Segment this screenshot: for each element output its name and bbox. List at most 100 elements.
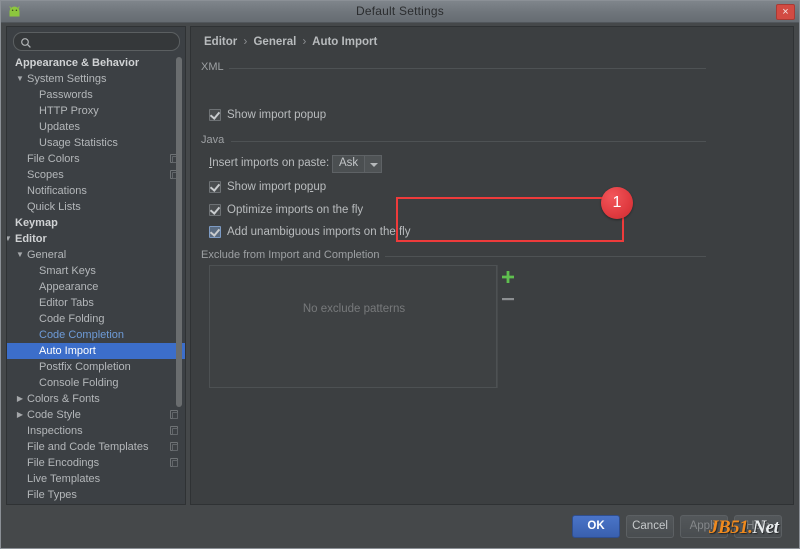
sidebar-item-keymap[interactable]: Keymap (7, 215, 185, 231)
sidebar-item-system-settings[interactable]: ▼ System Settings (7, 71, 185, 87)
exclude-empty-text: No exclude patterns (302, 303, 406, 315)
exclude-list-toolbar (497, 265, 519, 388)
search-input[interactable] (35, 33, 175, 50)
sidebar-item-label: File Types (27, 489, 77, 501)
sidebar-item-inspections[interactable]: Inspections (7, 423, 185, 439)
annotation-badge-number: 1 (612, 194, 622, 211)
java-group: Java (201, 134, 706, 146)
checkbox-indicator[interactable] (209, 109, 221, 121)
sidebar-item-label: HTTP Proxy (39, 105, 99, 117)
sidebar-item-colors-fonts[interactable]: ▶ Colors & Fonts (7, 391, 185, 407)
sidebar-item-postfix-completion[interactable]: Postfix Completion (7, 359, 185, 375)
chevron-down-icon[interactable]: ▼ (15, 247, 25, 263)
checkbox-label: Show import popup (227, 181, 327, 193)
exclude-group-divider (353, 256, 706, 257)
breadcrumb-root[interactable]: Editor (204, 36, 237, 48)
sidebar-item-label: Updates (39, 121, 80, 133)
sidebar-item-appearance[interactable]: Appearance (7, 279, 185, 295)
sidebar-item-label: File Encodings (27, 457, 100, 469)
sidebar-item-label: Auto Import (39, 345, 96, 357)
sidebar-item-smart-keys[interactable]: Smart Keys (7, 263, 185, 279)
sidebar-item-auto-import[interactable]: Auto Import (7, 343, 185, 359)
checkbox-indicator[interactable] (209, 204, 221, 216)
sidebar-scrollbar[interactable] (175, 29, 183, 504)
search-box[interactable] (13, 32, 180, 51)
plus-icon[interactable] (499, 268, 517, 286)
search-icon (20, 36, 32, 48)
sidebar-item-label: Keymap (15, 217, 58, 229)
minus-icon[interactable] (499, 290, 517, 308)
sidebar-item-passwords[interactable]: Passwords (7, 87, 185, 103)
breadcrumb-separator-2: › (302, 36, 307, 48)
breadcrumb-mid[interactable]: General (253, 36, 296, 48)
xml-group-title: XML (201, 61, 229, 73)
chevron-down-icon[interactable]: ▼ (7, 231, 13, 247)
breadcrumb: Editor › General › Auto Import (204, 36, 377, 48)
settings-sidebar: Appearance & Behavior ▼ System Settings Pas… (6, 26, 186, 505)
checkbox-label: Add unambiguous imports on the fly (227, 226, 411, 238)
sidebar-item-updates[interactable]: Updates (7, 119, 185, 135)
cancel-button[interactable]: Cancel (626, 515, 674, 538)
sidebar-item-live-templates[interactable]: Live Templates (7, 471, 185, 487)
sidebar-item-label: Appearance & Behavior (15, 57, 140, 69)
chevron-right-icon[interactable]: ▶ (15, 391, 25, 407)
sidebar-item-label: Editor Tabs (39, 297, 94, 309)
window-title: Default Settings (356, 4, 444, 18)
sidebar-item-label: Smart Keys (39, 265, 96, 277)
sidebar-item-label: Notifications (27, 185, 87, 197)
ok-button[interactable]: OK (572, 515, 620, 538)
sidebar-item-label: General (27, 249, 67, 261)
sidebar-item-quick-lists[interactable]: Quick Lists (7, 199, 185, 215)
sidebar-item-label: Appearance (39, 281, 99, 293)
sidebar-item-appearance-behavior[interactable]: Appearance & Behavior (7, 55, 185, 71)
sidebar-item-label: Inspections (27, 425, 83, 437)
sidebar-item-file-types[interactable]: File Types (7, 487, 185, 503)
java-group-divider (231, 141, 706, 142)
exclude-group-title: Exclude from Import and Completion (201, 249, 385, 261)
sidebar-item-usage-statistics[interactable]: Usage Statistics (7, 135, 185, 151)
xml-group-divider (229, 68, 706, 69)
sidebar-item-label: Code Completion (39, 329, 124, 341)
sidebar-item-label: Passwords (39, 89, 93, 101)
sidebar-item-label: Colors & Fonts (27, 393, 100, 405)
checkbox-label: Show import popup (227, 109, 327, 121)
sidebar-item-label: Console Folding (39, 377, 119, 389)
checkbox-indicator[interactable] (209, 181, 221, 193)
breadcrumb-separator-1: › (243, 36, 248, 48)
sidebar-item-file-colors[interactable]: File Colors (7, 151, 185, 167)
sidebar-item-notifications[interactable]: Notifications (7, 183, 185, 199)
checkbox-indicator[interactable] (209, 226, 221, 238)
sidebar-item-label: Code Folding (39, 313, 105, 325)
sidebar-item-label: Editor (15, 233, 47, 245)
annotation-badge-1: 1 (601, 187, 633, 219)
sidebar-item-http-proxy[interactable]: HTTP Proxy (7, 103, 185, 119)
breadcrumb-leaf: Auto Import (312, 36, 378, 48)
sidebar-scrollbar-thumb[interactable] (176, 57, 182, 407)
sidebar-item-file-encodings[interactable]: File Encodings (7, 455, 185, 471)
title-bar: Default Settings × (1, 1, 799, 23)
close-icon[interactable]: × (776, 4, 795, 20)
insert-imports-label: Insert imports on paste: (209, 157, 330, 169)
sidebar-item-code-completion[interactable]: Code Completion (7, 327, 185, 343)
sidebar-item-general[interactable]: ▼ General (7, 247, 185, 263)
sidebar-item-code-style[interactable]: ▶ Code Style (7, 407, 185, 423)
insert-imports-dropdown-value: Ask (339, 157, 359, 169)
settings-dialog-window: Default Settings × Appearance & Behavior… (0, 0, 800, 549)
sidebar-item-editor-tabs[interactable]: Editor Tabs (7, 295, 185, 311)
sidebar-item-label: Live Templates (27, 473, 101, 485)
sidebar-item-label: Code Style (27, 409, 81, 421)
sidebar-item-console-folding[interactable]: Console Folding (7, 375, 185, 391)
sidebar-item-file-and-code-templates[interactable]: File and Code Templates (7, 439, 185, 455)
sidebar-item-editor[interactable]: ▼Editor (7, 231, 185, 247)
dialog-footer: OK Cancel Apply Help (2, 508, 798, 548)
chevron-down-icon[interactable] (364, 156, 381, 172)
insert-imports-dropdown[interactable]: Ask (332, 155, 382, 173)
sidebar-item-label: File and Code Templates (27, 441, 149, 453)
sidebar-item-code-folding[interactable]: Code Folding (7, 311, 185, 327)
annotation-highlight-box (396, 197, 624, 242)
chevron-down-icon[interactable]: ▼ (15, 71, 25, 87)
sidebar-item-label: Quick Lists (27, 201, 81, 213)
chevron-right-icon[interactable]: ▶ (15, 407, 25, 423)
exclude-patterns-list[interactable]: No exclude patterns (209, 265, 497, 388)
sidebar-item-scopes[interactable]: Scopes (7, 167, 185, 183)
